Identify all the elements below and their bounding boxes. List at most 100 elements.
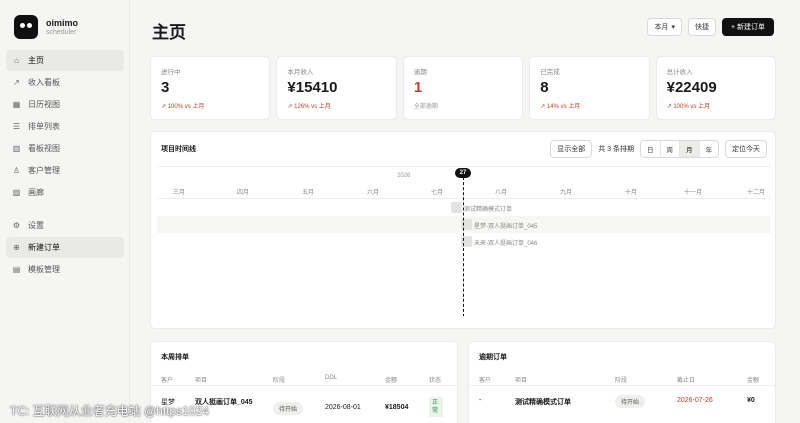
- stat-trend: 全部逾期: [413, 104, 438, 110]
- kanban-icon: ▥: [12, 144, 21, 153]
- month-label: 七月: [431, 190, 444, 196]
- users-icon: ♙: [12, 166, 21, 175]
- sidebar-item-settings[interactable]: ⚙ 设置: [6, 215, 124, 236]
- stat-card-completed[interactable]: 已完成 8 ↗ 14% vs 上月: [529, 56, 650, 120]
- schedule-label: 星梦-双人挺画订单_045: [474, 224, 538, 230]
- schedule-bar[interactable]: [451, 202, 462, 213]
- stat-label: 总计收入: [666, 69, 693, 76]
- sidebar-item-label: 新建订单: [28, 243, 60, 252]
- stat-value: 8: [540, 79, 549, 96]
- scale-day[interactable]: 日: [641, 141, 661, 157]
- month-label: 十月: [625, 190, 638, 196]
- sidebar-item-label: 设置: [28, 221, 44, 230]
- schedule-count: 共 3 条排期: [598, 146, 634, 153]
- home-icon: ⌂: [14, 56, 19, 65]
- scale-month[interactable]: 月: [680, 141, 700, 157]
- month-label: 五月: [302, 190, 315, 196]
- image-icon: ▧: [12, 188, 21, 197]
- top-actions: 本月 ▾ 快捷 + 新建订单: [647, 18, 774, 36]
- main-content: 主页 本月 ▾ 快捷 + 新建订单 进行中 3 ↗ 100% vs 上月 本月收入…: [150, 0, 778, 423]
- locate-today-button[interactable]: 定位今天: [725, 140, 767, 158]
- brand[interactable]: oimimo scheduler: [0, 0, 129, 40]
- quick-button[interactable]: 快捷: [687, 18, 716, 36]
- stat-trend: ↗ 126% vs 上月: [287, 104, 331, 110]
- stat-value: 3: [161, 79, 170, 96]
- plus-circle-icon: ⊕: [13, 243, 20, 252]
- stat-label: 已完成: [540, 69, 560, 76]
- nav-secondary: ⚙ 设置 ⊕ 新建订单 ▤ 模板管理: [6, 215, 124, 281]
- schedule-label: 未来-双人挺画订单_046: [474, 241, 538, 247]
- calendar-icon: ▦: [12, 100, 21, 109]
- chevron-down-icon: ▾: [671, 24, 675, 31]
- sidebar-item-list[interactable]: ☰ 排单列表: [6, 116, 124, 137]
- overdue-orders-panel: 逾期订单 客户 项目 阶段 截止日 金额 - 测试精确模式订单 待开始 2026…: [468, 341, 776, 423]
- timeline-row[interactable]: 未来-双人挺画订单_046: [157, 233, 771, 250]
- sidebar-item-gallery[interactable]: ▧ 画廊: [6, 182, 124, 203]
- sidebar-item-income[interactable]: ↗ 收入看板: [6, 72, 124, 93]
- column-header: 项目: [195, 378, 208, 384]
- sidebar-item-label: 客户管理: [28, 166, 60, 175]
- gear-icon: ⚙: [12, 221, 21, 230]
- month-label: 十二月: [747, 190, 766, 196]
- sidebar-item-calendar[interactable]: ▦ 日历视图: [6, 94, 124, 115]
- stage-pill: 待开始: [615, 395, 646, 408]
- stat-cards: 进行中 3 ↗ 100% vs 上月 本月收入 ¥15410 ↗ 126% vs…: [150, 56, 777, 120]
- sidebar-item-home[interactable]: ⌂ 主页: [6, 50, 124, 71]
- panel-title: 本周排单: [161, 354, 189, 361]
- scale-week[interactable]: 周: [660, 141, 680, 157]
- stat-card-in-progress[interactable]: 进行中 3 ↗ 100% vs 上月: [150, 56, 271, 120]
- trend-icon: ↗: [13, 78, 20, 87]
- month-label: 六月: [367, 190, 380, 196]
- timeline-grid: 2026 三月 四月 五月 六月 七月 八月 九月 十月 十一月 十二月 测试精…: [157, 166, 771, 316]
- scale-year[interactable]: 年: [699, 141, 718, 157]
- cell-amount: ¥18504: [385, 404, 409, 411]
- stat-card-total-income[interactable]: 总计收入 ¥22409 ↗ 100% vs 上月: [655, 56, 777, 120]
- column-header: 金额: [747, 378, 760, 384]
- stat-trend: ↗ 100% vs 上月: [666, 104, 710, 110]
- sidebar-item-label: 排单列表: [28, 122, 60, 131]
- stat-value: 1: [413, 79, 423, 96]
- sidebar-item-label: 画廊: [28, 188, 44, 197]
- stat-card-overdue[interactable]: 逾期 1 全部逾期: [402, 56, 524, 120]
- timeline-title: 项目时间线: [161, 146, 196, 153]
- timeline-row[interactable]: 星梦-双人挺画订单_045: [157, 216, 771, 233]
- list-icon: ☰: [12, 122, 21, 131]
- stage-pill: 待开始: [273, 402, 304, 415]
- sidebar-item-label: 看板视图: [28, 144, 60, 153]
- logo-icon: [14, 15, 38, 39]
- period-select-value: 本月: [654, 24, 669, 31]
- sidebar-item-templates[interactable]: ▤ 模板管理: [6, 259, 124, 280]
- brand-text: oimimo scheduler: [46, 18, 78, 37]
- status-badge: 正常: [429, 397, 443, 417]
- timeline-row[interactable]: 测试精确模式订单: [157, 199, 771, 216]
- cell-client: -: [479, 397, 482, 404]
- column-header: 客户: [161, 378, 174, 384]
- show-all-button[interactable]: 显示全部: [550, 140, 593, 158]
- sidebar-item-new-order[interactable]: ⊕ 新建订单: [6, 237, 124, 258]
- cell-amount: ¥0: [747, 397, 755, 404]
- stat-label: 进行中: [161, 69, 181, 76]
- brand-subtitle: scheduler: [46, 28, 77, 36]
- sidebar-item-label: 主页: [28, 56, 44, 65]
- stat-trend: ↗ 14% vs 上月: [540, 104, 581, 110]
- stat-label: 逾期: [413, 69, 427, 76]
- column-header: 状态: [429, 378, 442, 384]
- sidebar-item-label: 日历视图: [28, 100, 60, 109]
- app-root: oimimo scheduler ⌂ 主页 ↗ 收入看板 ▦ 日历视图 ☰ 排单列表 ▥…: [0, 0, 800, 423]
- sidebar-item-clients[interactable]: ♙ 客户管理: [6, 160, 124, 181]
- today-badge[interactable]: 27: [455, 168, 471, 178]
- stat-trend: ↗ 100% vs 上月: [161, 104, 205, 110]
- month-label: 八月: [495, 190, 508, 196]
- cell-project[interactable]: 测试精确模式订单: [515, 397, 571, 407]
- stat-card-month-income[interactable]: 本月收入 ¥15410 ↗ 126% vs 上月: [276, 56, 397, 120]
- new-order-button[interactable]: + 新建订单: [721, 18, 774, 36]
- stat-value: ¥22409: [666, 79, 717, 96]
- column-header: 阶段: [615, 378, 628, 384]
- sidebar-item-label: 模板管理: [28, 265, 60, 274]
- table-header: 客户 项目 阶段 截止日 金额: [469, 372, 775, 386]
- brand-name: oimimo: [46, 17, 79, 28]
- column-header: 阶段: [273, 378, 286, 384]
- column-header: 客户: [479, 378, 492, 384]
- period-select[interactable]: 本月 ▾: [647, 18, 682, 36]
- sidebar-item-kanban[interactable]: ▥ 看板视图: [6, 138, 124, 159]
